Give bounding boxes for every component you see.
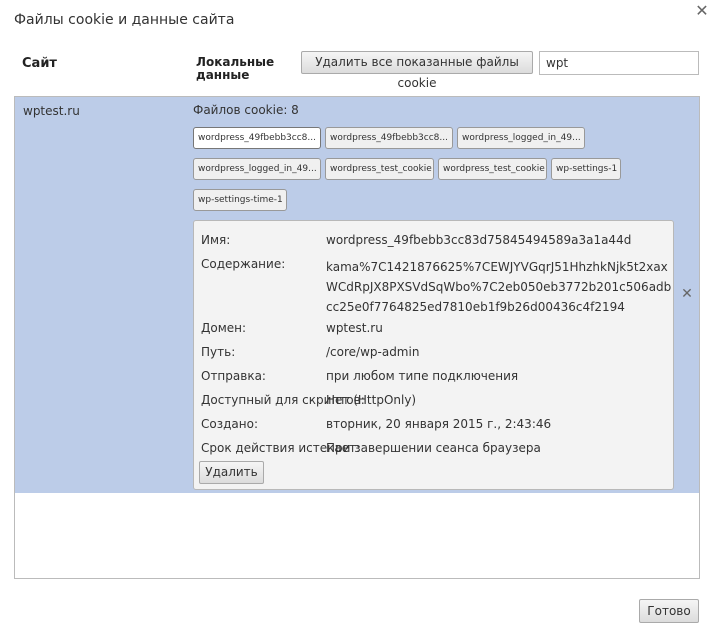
local-data-column-header: Локальные данные [196, 55, 275, 82]
site-column-header: Сайт [22, 56, 57, 71]
script-access-value: Нет (HttpOnly) [326, 393, 417, 407]
cookie-chip[interactable]: wordpress_test_cookie [438, 158, 547, 180]
cookie-count: Файлов cookie: 8 [193, 103, 299, 117]
cookie-chip[interactable]: wordpress_test_cookie [325, 158, 434, 180]
created-value: вторник, 20 января 2015 г., 2:43:46 [326, 417, 552, 431]
name-label: Имя: [201, 233, 231, 247]
content-label: Содержание: [201, 257, 286, 271]
expires-value: При завершении сеанса браузера [326, 441, 541, 455]
cookie-chip[interactable]: wordpress_49fbebb3cc8... [325, 127, 453, 149]
dialog-title: Файлы cookie и данные сайта [14, 12, 235, 28]
delete-cookie-button[interactable]: Удалить [199, 461, 264, 484]
path-label: Путь: [201, 345, 236, 359]
content-value: kama%7C1421876625%7CEWJYVGqrJ51HhzhkNjk5… [326, 260, 672, 314]
send-label: Отправка: [201, 369, 266, 383]
send-value: при любом типе подключения [326, 369, 519, 383]
cookie-chip[interactable]: wp-settings-1 [551, 158, 621, 180]
remove-icon[interactable]: ✕ [680, 287, 694, 301]
done-button[interactable]: Готово [639, 599, 699, 623]
path-value: /core/wp-admin [326, 345, 420, 359]
site-name: wptest.ru [23, 104, 80, 118]
delete-all-shown-button[interactable]: Удалить все показанные файлы cookie [301, 51, 533, 90]
name-value: wordpress_49fbebb3cc83d75845494589a3a1a4… [326, 233, 632, 247]
close-icon[interactable]: ✕ [694, 3, 710, 19]
cookie-chip[interactable]: wp-settings-time-1 [193, 189, 287, 211]
cookie-chip[interactable]: wordpress_logged_in_49... [193, 158, 321, 180]
domain-label: Домен: [201, 321, 247, 335]
cookie-chip[interactable]: wordpress_logged_in_49... [457, 127, 585, 149]
search-input[interactable] [539, 51, 699, 75]
created-label: Создано: [201, 417, 258, 431]
cookie-chip[interactable]: wordpress_49fbebb3cc8... [193, 127, 321, 149]
domain-value: wptest.ru [326, 321, 383, 335]
